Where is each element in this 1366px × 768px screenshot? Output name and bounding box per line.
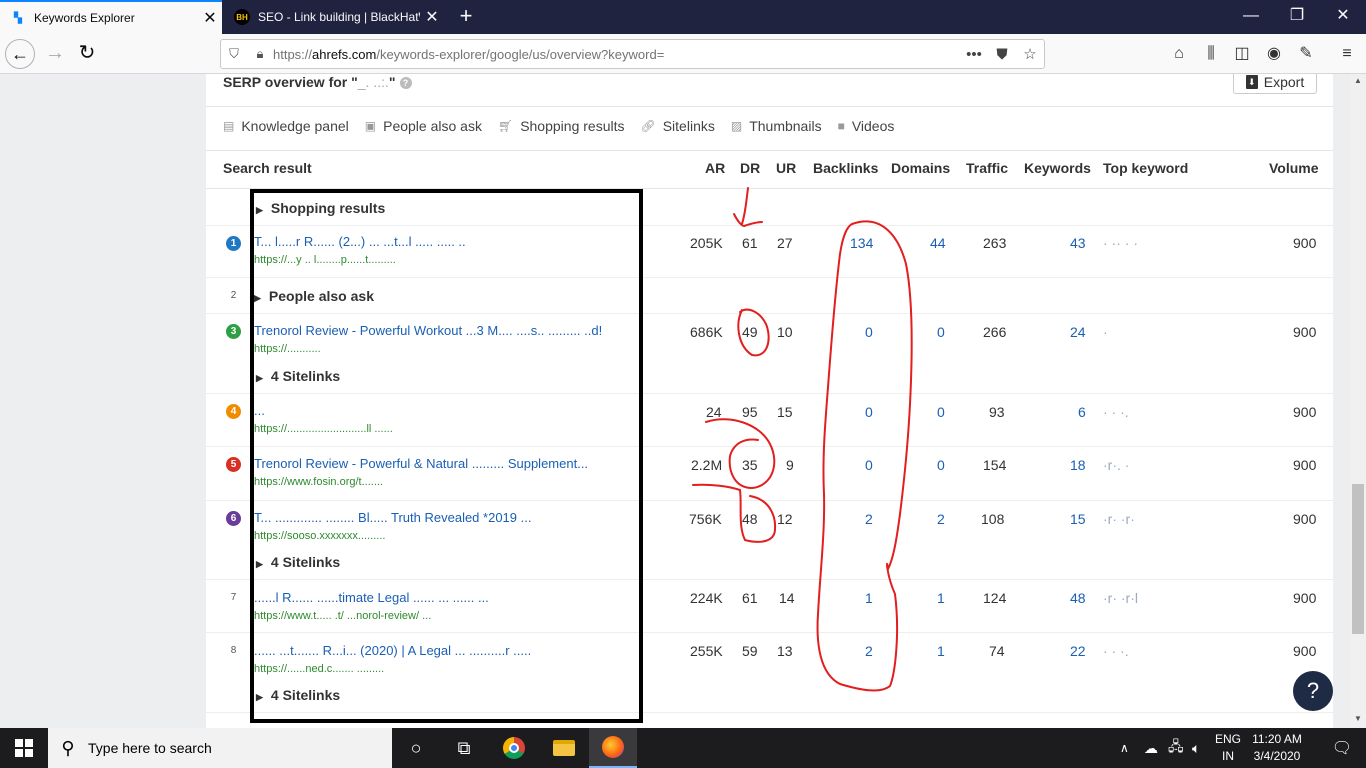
page-scrollbar[interactable]: ▲ ▼ [1350,74,1366,728]
url-prefix: https:// [273,46,313,62]
pocket-icon[interactable]: ⛊ [988,46,1016,63]
close-tab-icon[interactable]: ✕ [198,8,222,28]
account-icon[interactable]: ◉ [1263,43,1285,65]
url-path: /keywords-explorer/google/us/overview?ke… [376,46,665,62]
home-icon[interactable]: ⌂ [1168,43,1190,65]
close-tab-icon[interactable]: ✕ [420,7,444,27]
sidebar-icon[interactable]: ◫ [1231,43,1253,65]
tab-title: SEO - Link building | BlackHatW [258,10,420,24]
red-annotations [692,187,913,692]
language-code: ENG [1214,732,1241,746]
language-indicator[interactable]: ENG IN [1208,731,1248,765]
bookmark-star-icon[interactable]: ☆ [1016,45,1044,63]
volume-icon[interactable]: 🔈︎ [1192,728,1200,768]
url-text[interactable]: https://ahrefs.com/keywords-explorer/goo… [273,47,960,62]
scroll-up-arrow[interactable]: ▲ [1350,76,1366,85]
search-icon: ⚲ [61,737,75,758]
forward-button[interactable]: → [40,39,70,69]
blackhatworld-icon: BH [234,9,250,25]
url-domain: ahrefs.com [312,46,377,62]
firefox-icon[interactable] [589,728,637,768]
chrome-icon[interactable] [490,728,538,768]
task-view-icon[interactable]: ⧉ [440,728,488,768]
clock-time: 11:20 AM [1252,732,1302,746]
enclosure-backlinks-domains [816,220,913,692]
action-center-icon[interactable]: 🗨︎ [1318,728,1366,768]
page-actions-icon[interactable]: ••• [960,46,988,63]
show-hidden-icons-icon[interactable]: ∧ [1120,728,1129,768]
scrollbar-thumb[interactable] [1352,484,1364,634]
help-chat-button[interactable]: ? [1293,671,1333,711]
tab-keywords-explorer[interactable]: ▚ Keywords Explorer ✕ [0,0,222,34]
eyedropper-icon[interactable]: ✎ [1295,43,1317,65]
tab-bar: ▚ Keywords Explorer ✕ BH SEO - Link buil… [0,0,1366,34]
windows-taskbar: ⚲ Type here to search ○ ⧉ ∧ ☁ 🖧︎ 🔈︎ ENG … [0,728,1366,768]
windows-logo-icon [15,739,33,757]
close-window-button[interactable]: ✕ [1320,0,1366,34]
network-icon[interactable]: 🖧︎ [1168,728,1184,768]
file-explorer-icon[interactable] [540,728,588,768]
minimize-button[interactable]: — [1228,0,1274,34]
clock-date: 3/4/2020 [1253,749,1301,763]
tab-title: Keywords Explorer [34,11,135,25]
page-content: SERP overview for "_. ..:."? ⬇ Export ▤ Kn… [0,74,1366,728]
region-code: IN [1222,749,1234,763]
circle-dr-49 [737,308,770,357]
reload-button[interactable]: ↻ [72,39,102,69]
start-button[interactable] [0,728,48,768]
new-tab-button[interactable]: + [452,3,480,31]
onedrive-cloud-icon[interactable]: ☁ [1144,728,1158,768]
scroll-down-arrow[interactable]: ▼ [1350,714,1366,723]
system-clock[interactable]: 11:20 AM 3/4/2020 [1245,731,1309,765]
arrow-annotation [733,187,763,228]
taskbar-search-box[interactable]: ⚲ Type here to search [48,728,392,768]
lock-icon[interactable]: 🔒︎ [247,46,273,62]
url-bar[interactable]: ⛉ 🔒︎ https://ahrefs.com/keywords-explore… [220,39,1045,69]
shield-icon[interactable]: ⛉ [221,46,247,62]
circle-dr-35 [692,418,777,543]
search-placeholder: Type here to search [88,740,212,756]
cortana-icon[interactable]: ○ [392,728,440,768]
tab-blackhatworld[interactable]: BH SEO - Link building | BlackHatW ✕ [224,0,444,34]
ahrefs-icon: ▚ [14,12,22,24]
library-icon[interactable]: ⫼ [1200,43,1222,65]
restore-button[interactable]: ❐ [1274,0,1320,34]
navigation-bar: ← → ↻ ⛉ 🔒︎ https://ahrefs.com/keywords-e… [0,34,1366,74]
back-button[interactable]: ← [5,39,35,69]
menu-icon[interactable]: ≡ [1336,43,1358,65]
